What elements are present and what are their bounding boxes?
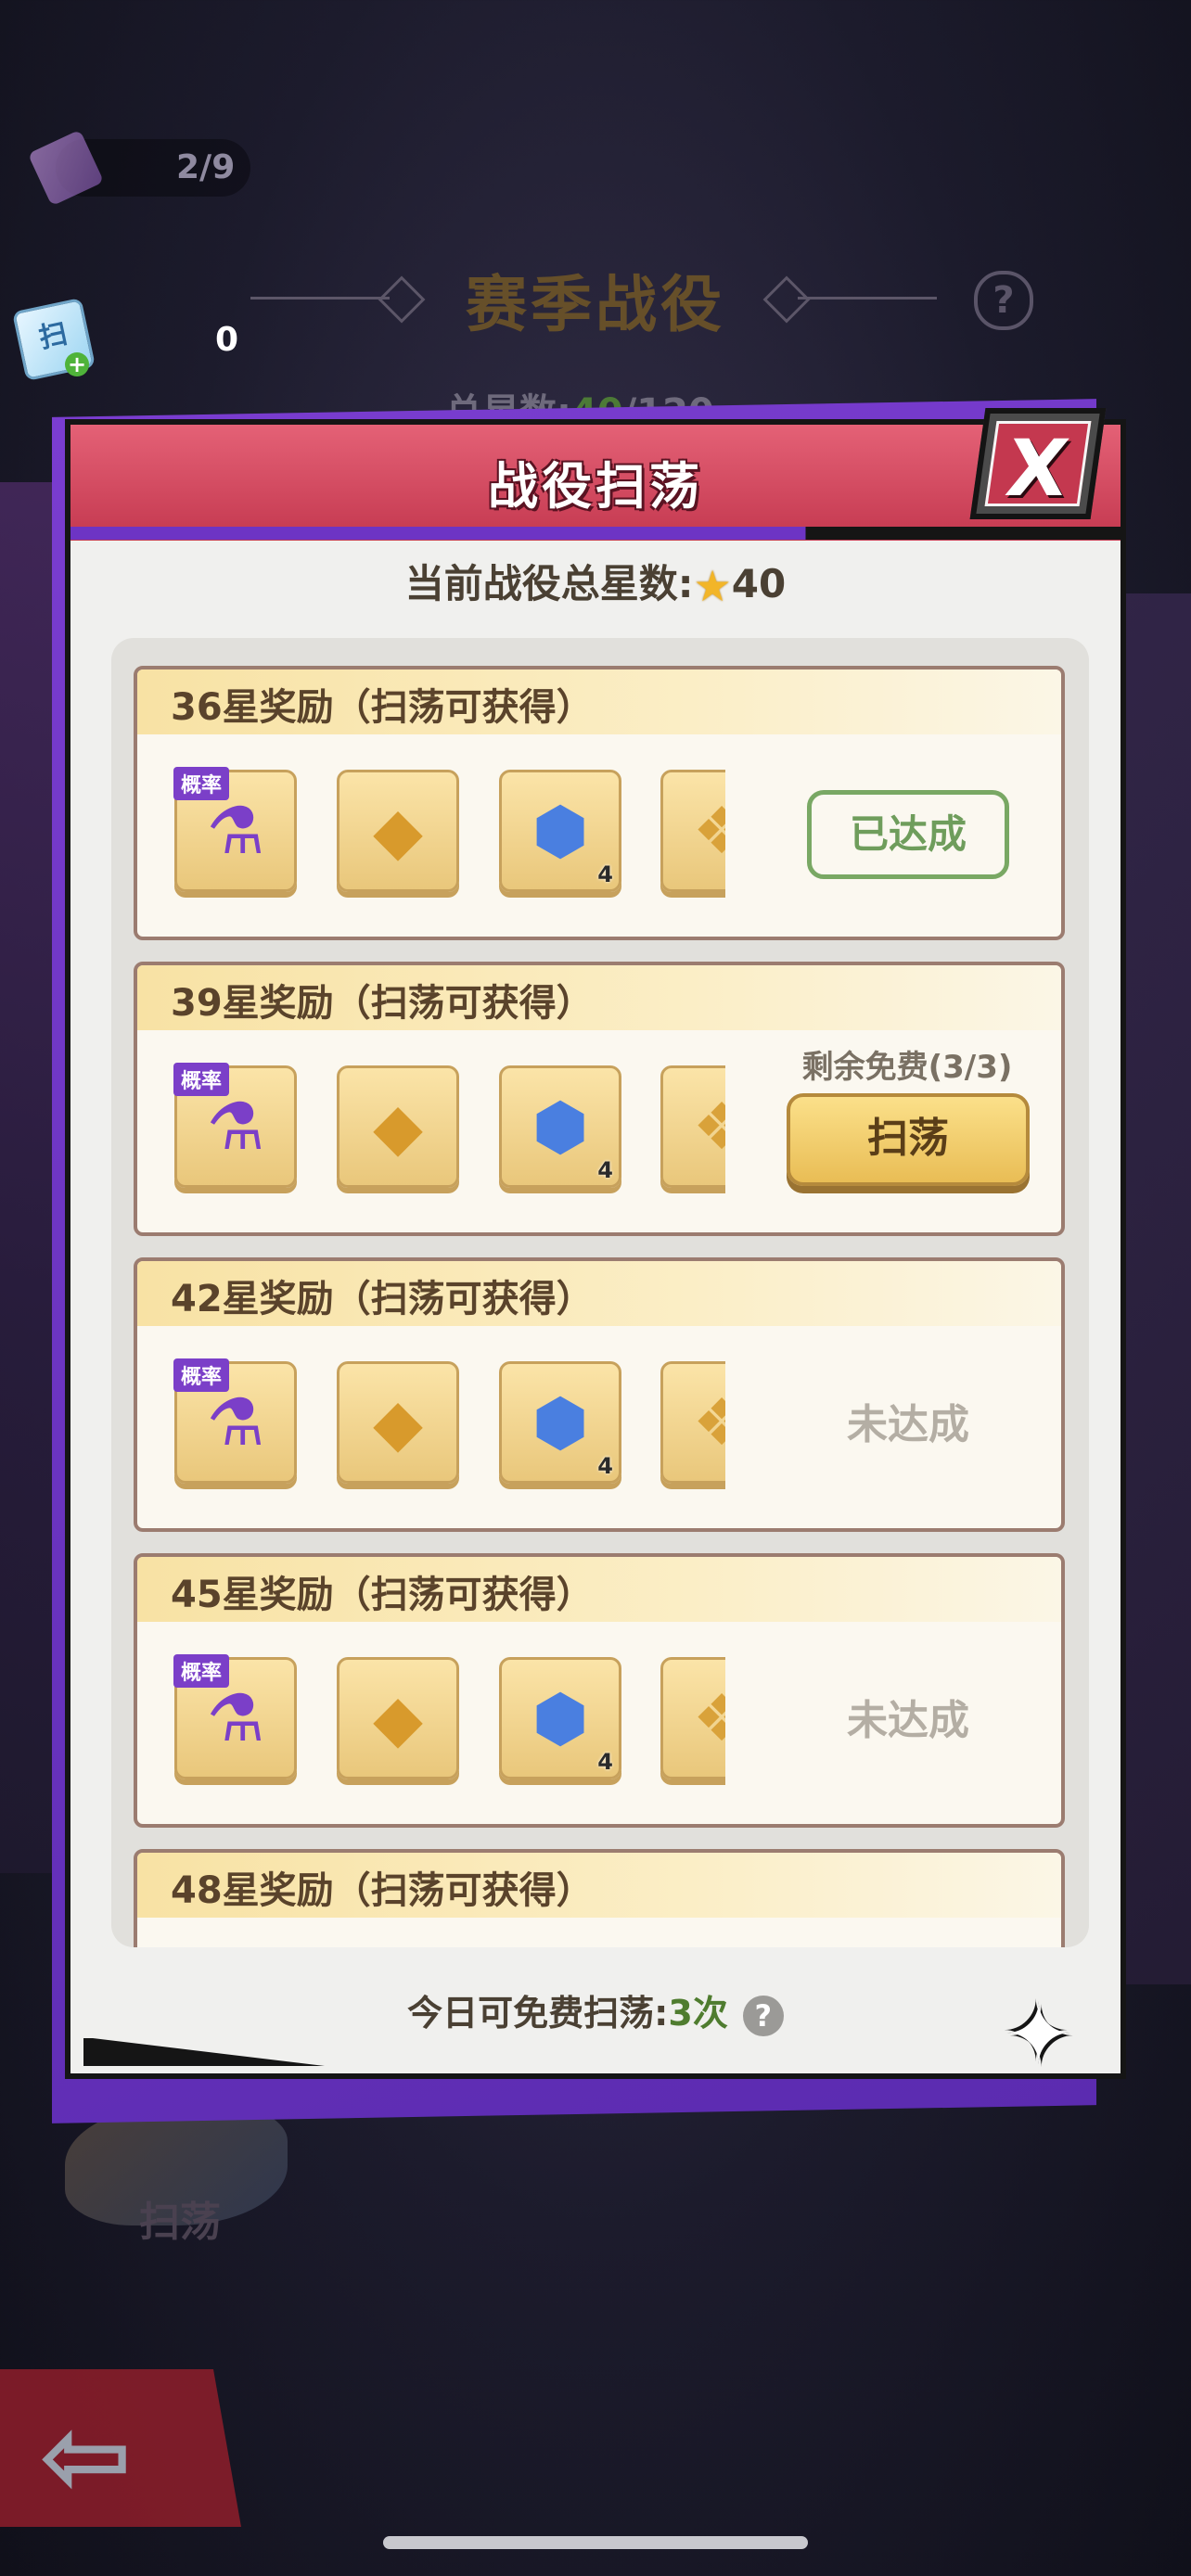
card-header: 48星奖励（扫荡可获得）	[137, 1853, 1061, 1918]
campaign-sweep-dialog: 战役扫荡 X 当前战役总星数:★40 36星奖励（扫荡可获得） ⚗ 概率 ◆ ⬢…	[65, 408, 1126, 2084]
blue-cube-icon: ⬢	[531, 1089, 589, 1165]
decorative-corner	[83, 2038, 325, 2066]
item-quantity: 4	[597, 1453, 613, 1479]
close-button-face: X	[984, 421, 1092, 514]
star-icon: ★	[693, 561, 732, 611]
reward-item: ❖	[660, 1065, 725, 1188]
reward-title: 42星奖励（扫荡可获得）	[171, 1278, 594, 1320]
home-indicator[interactable]	[383, 2536, 808, 2549]
help-icon[interactable]: ?	[742, 1995, 784, 2036]
reward-card-39: 39星奖励（扫荡可获得） ⚗ 概率 ◆ ⬢ 4 ❖ 剩余免费(3/3) 扫荡	[134, 962, 1065, 1236]
decorative-star-icon: ✦	[1004, 1986, 1074, 2084]
reward-card-45: 45星奖励（扫荡可获得） ⚗ 概率 ◆ ⬢ 4 ❖ 未达成	[134, 1553, 1065, 1828]
energy-potion-icon: ⚗	[206, 1384, 265, 1460]
gold-ore-icon: ◆	[373, 1384, 423, 1460]
reward-item[interactable]: ◆	[337, 1657, 459, 1779]
reward-item[interactable]: ⚗ 概率	[173, 1063, 297, 1188]
free-remaining-text: 剩余免费(3/3)	[801, 1049, 1013, 1086]
reward-item[interactable]: ⬢ 4	[499, 1065, 621, 1188]
reward-item[interactable]: ⚗ 概率	[173, 1654, 297, 1779]
reward-title: 39星奖励（扫荡可获得）	[171, 982, 594, 1025]
scan-progress-text: 2/9	[176, 148, 236, 186]
close-button[interactable]: X	[969, 408, 1107, 519]
reward-item[interactable]: ◆	[337, 770, 459, 892]
reward-item[interactable]: ◆	[337, 1361, 459, 1484]
energy-potion-icon: ⚗	[206, 1089, 265, 1165]
reward-title: 48星奖励（扫荡可获得）	[171, 1869, 594, 1912]
probability-tag: 概率	[173, 1358, 230, 1392]
sweep-button[interactable]: 扫荡	[787, 1093, 1030, 1186]
reward-list[interactable]: 36星奖励（扫荡可获得） ⚗ 概率 ◆ ⬢ 4 ❖ 已达成 39	[111, 638, 1089, 1947]
blue-cube-icon: ⬢	[531, 1680, 589, 1756]
reward-item-clipped[interactable]: ❖	[660, 770, 725, 899]
reward-item[interactable]: ⚗ 概率	[173, 1358, 297, 1484]
reward-item[interactable]: ◆	[337, 1065, 459, 1188]
winged-emblem-icon: ❖	[663, 789, 725, 873]
current-stars-label: 当前战役总星数:	[404, 561, 694, 606]
header-stripe	[70, 527, 1121, 540]
reward-item: ❖	[660, 1361, 725, 1484]
add-ticket-icon: +	[65, 352, 89, 376]
reward-item: ❖	[660, 770, 725, 892]
reward-item[interactable]: ⬢ 4	[499, 1361, 621, 1484]
winged-emblem-icon: ❖	[663, 1381, 725, 1464]
gold-ore-icon: ◆	[373, 793, 423, 869]
status-not-achieved: 未达成	[847, 1401, 969, 1448]
dialog-header: 战役扫荡	[70, 425, 1121, 541]
dialog-title: 战役扫荡	[488, 457, 703, 516]
reward-item: ❖	[660, 1657, 725, 1779]
status-not-achieved: 未达成	[847, 1697, 969, 1744]
winged-emblem-icon: ❖	[663, 1085, 725, 1168]
item-quantity: 4	[597, 1749, 613, 1775]
back-arrow-icon: ⇦	[39, 2392, 133, 2521]
gold-ore-icon: ◆	[373, 1089, 423, 1165]
probability-tag: 概率	[173, 1063, 230, 1096]
energy-potion-icon: ⚗	[206, 1680, 265, 1756]
gold-ore-icon: ◆	[373, 1680, 423, 1756]
card-header: 45星奖励（扫荡可获得）	[137, 1557, 1061, 1622]
reward-item-clipped[interactable]: ❖	[660, 1065, 725, 1195]
probability-tag: 概率	[173, 1654, 230, 1688]
reward-title: 36星奖励（扫荡可获得）	[171, 686, 594, 729]
reward-item[interactable]: ⬢ 4	[499, 770, 621, 892]
current-stars: 当前战役总星数:★40	[70, 553, 1121, 611]
item-quantity: 4	[597, 861, 613, 887]
winged-emblem-icon: ❖	[663, 1677, 725, 1760]
reward-item[interactable]: ⬢ 4	[499, 1657, 621, 1779]
current-stars-value: 40	[731, 561, 787, 606]
energy-potion-icon: ⚗	[206, 793, 265, 869]
blue-cube-icon: ⬢	[531, 793, 589, 869]
reward-item-clipped[interactable]: ❖	[660, 1361, 725, 1491]
close-icon: X	[1001, 423, 1074, 514]
probability-tag: 概率	[173, 767, 230, 800]
free-today-label: 今日可免费扫荡:	[407, 1993, 669, 2034]
ship-label: 扫荡	[139, 2199, 221, 2246]
free-sweeps-today: 今日可免费扫荡:3次?	[70, 1984, 1121, 2036]
item-quantity: 4	[597, 1157, 613, 1183]
reward-card-42: 42星奖励（扫荡可获得） ⚗ 概率 ◆ ⬢ 4 ❖ 未达成	[134, 1257, 1065, 1532]
status-achieved-badge: 已达成	[807, 790, 1009, 879]
blue-cube-icon: ⬢	[531, 1384, 589, 1460]
card-header: 42星奖励（扫荡可获得）	[137, 1261, 1061, 1326]
free-today-count: 3次	[668, 1993, 728, 2034]
reward-title: 45星奖励（扫荡可获得）	[171, 1574, 594, 1616]
reward-card-36: 36星奖励（扫荡可获得） ⚗ 概率 ◆ ⬢ 4 ❖ 已达成	[134, 666, 1065, 940]
card-header: 39星奖励（扫荡可获得）	[137, 965, 1061, 1030]
card-header: 36星奖励（扫荡可获得）	[137, 670, 1061, 734]
reward-card-48: 48星奖励（扫荡可获得）	[134, 1849, 1065, 1947]
reward-item[interactable]: ⚗ 概率	[173, 767, 297, 892]
help-icon: ?	[974, 271, 1033, 330]
reward-item-clipped[interactable]: ❖	[660, 1657, 725, 1787]
